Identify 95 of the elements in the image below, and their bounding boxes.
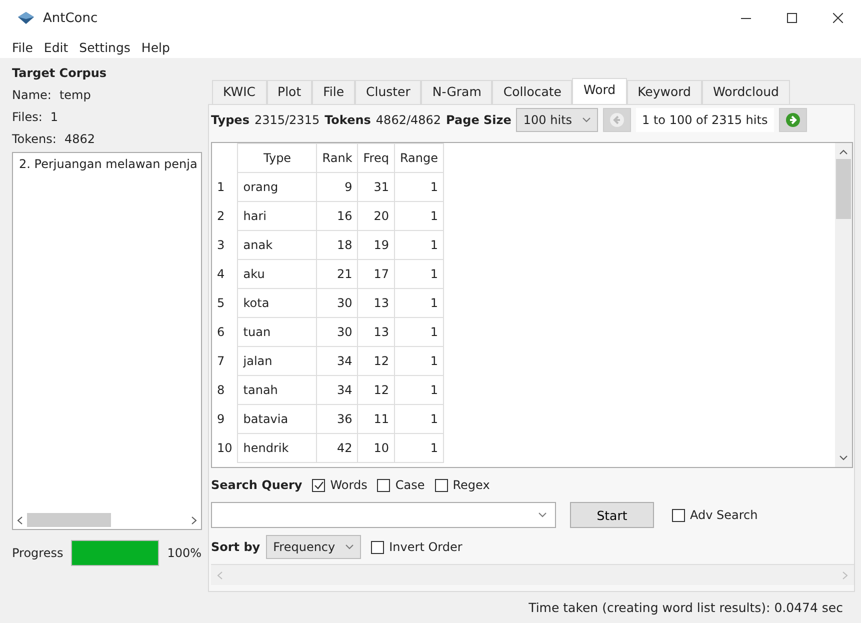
table-cell: 1 xyxy=(394,404,444,434)
row-number: 10 xyxy=(212,434,238,462)
checkbox-label: Case xyxy=(395,478,425,492)
table-cell: 17 xyxy=(358,260,394,288)
table-cell: 30 xyxy=(316,318,358,346)
table-cell: hendrik xyxy=(238,434,317,462)
tab[interactable]: Plot xyxy=(266,80,312,104)
progress-reading: 100% xyxy=(167,546,202,560)
table-cell: 1 xyxy=(394,434,444,462)
tab[interactable]: Wordcloud xyxy=(702,80,790,104)
tokens-value: 4862/4862 xyxy=(376,113,442,127)
table-cell: jalan xyxy=(238,346,317,376)
table-cell: 10 xyxy=(358,434,394,462)
table-cell: 1 xyxy=(394,260,444,288)
column-header[interactable]: Type xyxy=(238,144,317,172)
field-label: Files: xyxy=(12,110,42,124)
row-number: 3 xyxy=(212,230,238,260)
tab[interactable]: File xyxy=(312,80,356,104)
types-label: Types xyxy=(211,113,250,127)
start-button[interactable]: Start xyxy=(570,502,654,528)
search-query-label: Search Query xyxy=(211,478,302,492)
tab[interactable]: Collocate xyxy=(492,80,572,104)
table-cell: anak xyxy=(238,230,317,260)
field-value: temp xyxy=(59,88,91,102)
tokens-label: Tokens xyxy=(324,113,371,127)
row-number: 1 xyxy=(212,172,238,202)
table-cell: 1 xyxy=(394,376,444,404)
row-number: 7 xyxy=(212,346,238,376)
tab[interactable]: Cluster xyxy=(355,80,422,104)
column-header[interactable]: Range xyxy=(394,144,444,172)
tab[interactable]: Keyword xyxy=(626,80,702,104)
row-number: 5 xyxy=(212,288,238,318)
row-number: 4 xyxy=(212,260,238,288)
tab[interactable]: KWIC xyxy=(212,80,267,104)
menu-item[interactable]: Edit xyxy=(38,40,74,54)
checkbox-label: Regex xyxy=(452,478,490,492)
table-cell: 1 xyxy=(394,172,444,202)
status-text: Time taken (creating word list results): 0.0474 sec xyxy=(528,600,843,615)
field-label: Tokens: xyxy=(12,132,56,146)
table-cell: 21 xyxy=(316,260,358,288)
field-value: 4862 xyxy=(64,132,95,146)
row-number: 8 xyxy=(212,376,238,404)
row-number: 2 xyxy=(212,202,238,230)
row-number: 6 xyxy=(212,318,238,346)
table-cell: 42 xyxy=(316,434,358,462)
checkbox-label: Words xyxy=(330,478,368,492)
table-cell: aku xyxy=(238,260,317,288)
page-size-label: Page Size xyxy=(446,113,512,127)
table-cell: 34 xyxy=(316,376,358,404)
checkbox-label: Invert Order xyxy=(389,540,462,554)
table-cell: 11 xyxy=(358,404,394,434)
table-cell: 12 xyxy=(358,346,394,376)
list-item[interactable]: 2. Perjuangan melawan penja xyxy=(19,157,195,171)
tab[interactable]: Word xyxy=(572,78,627,104)
column-header[interactable]: Rank xyxy=(316,144,358,172)
window-title: AntConc xyxy=(43,10,99,26)
table-cell: hari xyxy=(238,202,317,230)
table-cell: 18 xyxy=(316,230,358,260)
progress-label: Progress xyxy=(12,546,64,560)
table-cell: 1 xyxy=(394,230,444,260)
table-cell: 1 xyxy=(394,288,444,318)
table-cell: batavia xyxy=(238,404,317,434)
table-cell: kota xyxy=(238,288,317,318)
checkbox-label: Adv Search xyxy=(690,508,758,522)
menu-item[interactable]: File xyxy=(7,40,38,54)
field-label: Name: xyxy=(12,88,52,102)
table-cell: 20 xyxy=(358,202,394,230)
table-cell: 1 xyxy=(394,202,444,230)
table-cell: 36 xyxy=(316,404,358,434)
table-cell: 31 xyxy=(358,172,394,202)
types-value: 2315/2315 xyxy=(254,113,320,127)
table-cell: orang xyxy=(238,172,317,202)
page-size-dropdown[interactable]: 100 hits xyxy=(516,108,598,132)
table-cell: 16 xyxy=(316,202,358,230)
column-header[interactable]: Freq xyxy=(358,144,394,172)
tab[interactable]: N-Gram xyxy=(421,80,492,104)
table-cell: 34 xyxy=(316,346,358,376)
table-cell: 30 xyxy=(316,288,358,318)
row-number: 9 xyxy=(212,404,238,434)
table-cell: 1 xyxy=(394,346,444,376)
sort-by-label: Sort by xyxy=(211,540,260,554)
sort-dropdown[interactable]: Frequency xyxy=(266,535,362,559)
table-cell: 19 xyxy=(358,230,394,260)
menu-item[interactable]: Help xyxy=(136,40,175,54)
table-cell: 1 xyxy=(394,318,444,346)
table-cell: 13 xyxy=(358,288,394,318)
menu-item[interactable]: Settings xyxy=(74,40,136,54)
table-cell: 12 xyxy=(358,376,394,404)
section-heading: Target Corpus xyxy=(12,66,107,80)
table-cell: tuan xyxy=(238,318,317,346)
table-cell: tanah xyxy=(238,376,317,404)
table-cell: 9 xyxy=(316,172,358,202)
hits-range: 1 to 100 of 2315 hits xyxy=(636,108,774,132)
table-cell: 13 xyxy=(358,318,394,346)
field-value: 1 xyxy=(50,110,58,124)
